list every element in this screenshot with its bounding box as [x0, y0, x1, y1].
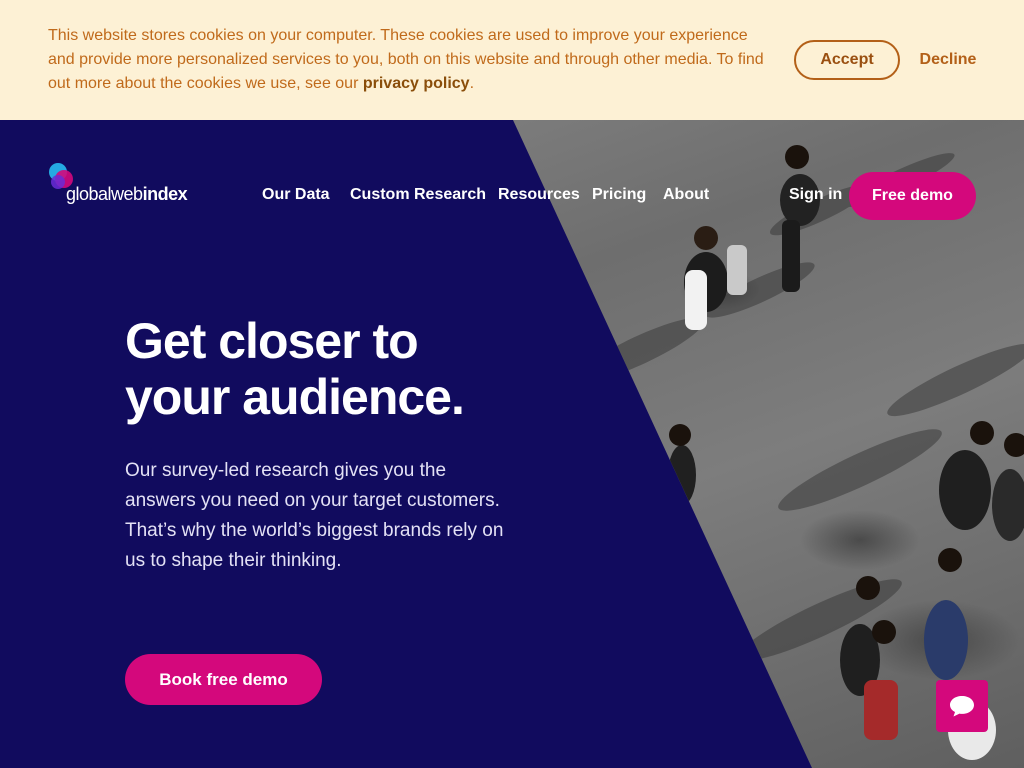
cookie-message: This website stores cookies on your comp…	[48, 24, 778, 96]
hero-headline-line2: your audience.	[125, 369, 465, 425]
nav-pricing[interactable]: Pricing	[592, 186, 646, 204]
cookie-banner: This website stores cookies on your comp…	[0, 0, 1024, 120]
logo-part-global: global	[66, 184, 112, 204]
nav-resources[interactable]: Resources	[498, 186, 580, 204]
pedestrian-2	[780, 145, 820, 292]
chat-bubble-icon	[950, 696, 974, 717]
cookie-message-trailing: .	[469, 75, 475, 92]
hero-headline: Get closer to your audience.	[125, 313, 545, 425]
free-demo-button[interactable]: Free demo	[849, 172, 976, 220]
nav-our-data[interactable]: Our Data	[262, 186, 330, 204]
hero-subtext: Our survey-led research gives you the an…	[125, 460, 504, 571]
pedestrian-3	[668, 424, 696, 505]
sign-in-link[interactable]: Sign in	[789, 186, 842, 204]
logo-wordmark: globalwebindex	[66, 184, 188, 205]
privacy-policy-link[interactable]: privacy policy	[363, 75, 470, 92]
accept-cookies-button[interactable]: Accept	[794, 40, 900, 80]
book-free-demo-button[interactable]: Book free demo	[125, 654, 322, 705]
nav-about[interactable]: About	[663, 186, 709, 204]
decline-cookies-button[interactable]: Decline	[914, 40, 982, 80]
hero-section: globalwebindex Our Data Custom Research …	[0, 120, 1024, 768]
logo-part-web: web	[111, 184, 143, 204]
chat-widget-button[interactable]	[936, 680, 988, 732]
logo[interactable]: globalwebindex	[48, 162, 198, 206]
nav-custom-research[interactable]: Custom Research	[350, 186, 486, 204]
hero-headline-line1: Get closer to	[125, 313, 419, 369]
logo-part-index: index	[142, 184, 188, 204]
